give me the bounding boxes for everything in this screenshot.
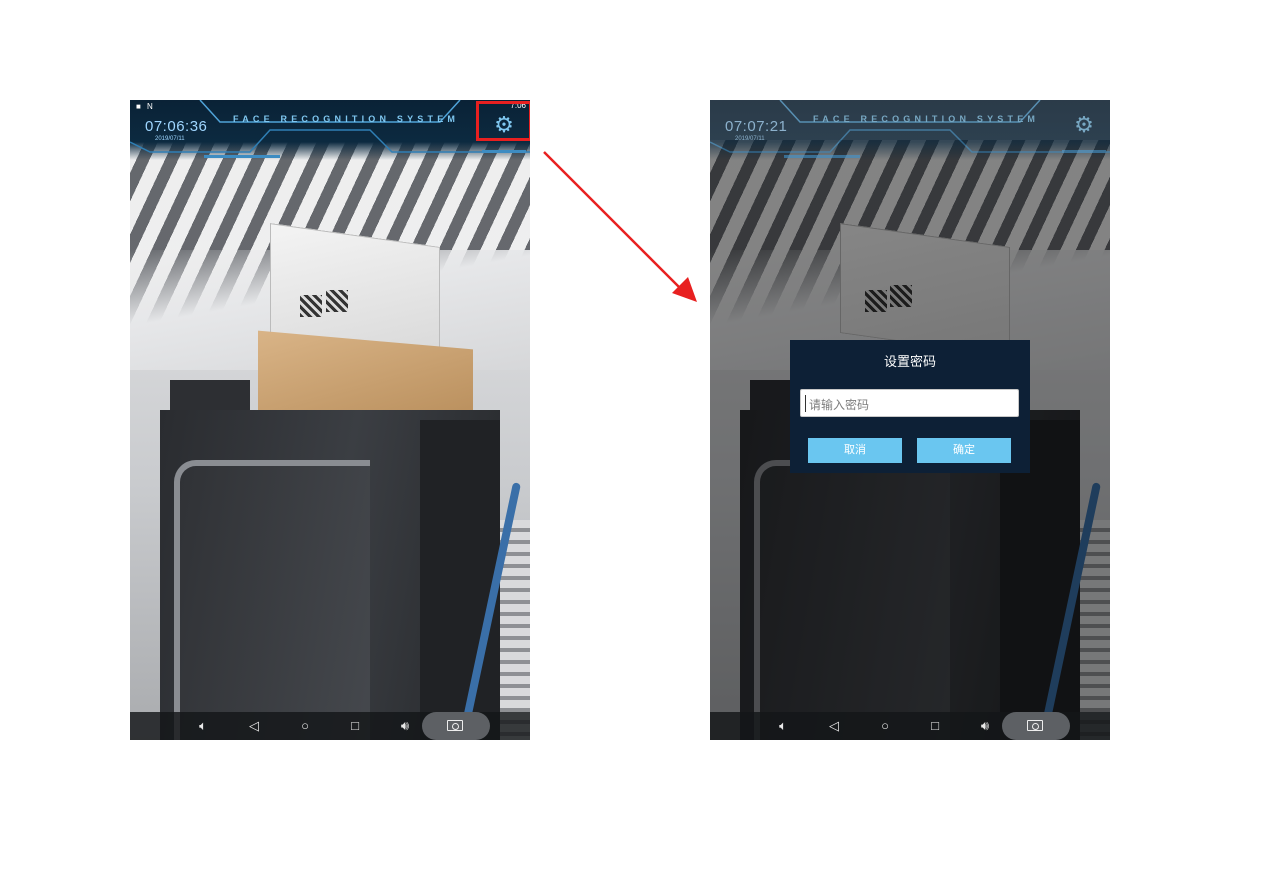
screenshot-icon[interactable] xyxy=(1002,712,1070,740)
cancel-button[interactable]: 取消 xyxy=(808,438,902,463)
app-title: FACE RECOGNITION SYSTEM xyxy=(813,114,1040,124)
clock-time: 07:07:21 xyxy=(725,118,788,135)
right-device-screen: 07:07:21 2019/07/11 FACE RECOGNITION SYS… xyxy=(710,100,1110,740)
clock-date: 2019/07/11 xyxy=(735,136,765,142)
volume-up-icon[interactable]: 🔊︎ xyxy=(976,718,994,734)
volume-down-icon[interactable]: 🔈︎ xyxy=(774,718,792,734)
confirm-button[interactable]: 确定 xyxy=(917,438,1011,463)
home-icon[interactable]: ○ xyxy=(876,718,894,734)
set-password-dialog: 设置密码 请输入密码 取消 确定 xyxy=(790,340,1030,473)
dialog-title: 设置密码 xyxy=(883,354,936,369)
settings-gear-icon[interactable]: ⚙ xyxy=(1072,113,1096,137)
hud-banner: 07:07:21 2019/07/11 FACE RECOGNITION SYS… xyxy=(710,100,1110,160)
system-navbar: 🔈︎ ◁ ○ □ 🔊︎ xyxy=(710,712,1110,740)
recents-icon[interactable]: □ xyxy=(926,718,944,734)
password-input[interactable]: 请输入密码 xyxy=(800,389,1019,417)
back-icon[interactable]: ◁ xyxy=(825,718,843,734)
